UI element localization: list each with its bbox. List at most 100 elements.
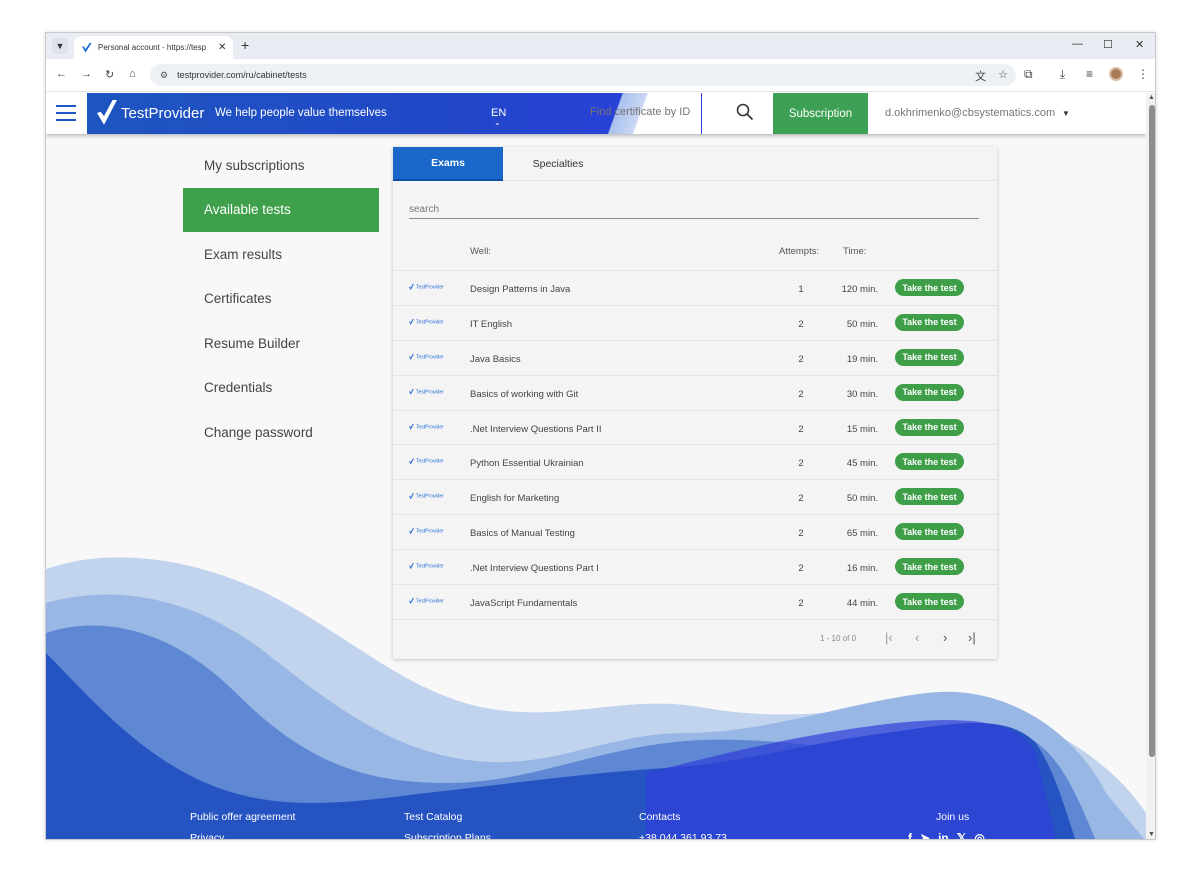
tests-card: Exams Specialties Well: Attempts: Time: … <box>393 147 997 659</box>
take-test-button[interactable]: Take the test <box>895 383 964 401</box>
tab-exams[interactable]: Exams <box>393 147 503 181</box>
table-row: TestProvider Basics of working with Git 2 3… <box>393 376 997 411</box>
last-page-icon[interactable]: ›| <box>968 630 976 645</box>
close-tab-icon[interactable]: ✕ <box>218 42 226 53</box>
attempts-count: 2 <box>798 598 804 610</box>
table-row: TestProvider .Net Interview Questions Par… <box>393 411 997 446</box>
attempts-count: 1 <box>798 284 804 295</box>
scroll-down-icon[interactable]: ▼ <box>1148 831 1155 838</box>
sidebar-item-change-password[interactable]: Change password <box>183 410 379 455</box>
tests-search-input[interactable] <box>409 201 979 219</box>
row-logo: TestProvider <box>409 493 444 500</box>
footer-link-test-catalog[interactable]: Test Catalog <box>404 807 491 828</box>
take-test-button[interactable]: Take the test <box>895 313 964 331</box>
reload-icon[interactable]: ↻ <box>105 68 114 81</box>
home-icon[interactable]: ⌂ <box>129 68 136 80</box>
media-icon[interactable]: ≡ <box>1086 67 1093 81</box>
scroll-up-icon[interactable]: ▲ <box>1148 94 1155 101</box>
footer-link-contacts[interactable]: Contacts <box>639 807 727 828</box>
twitter-icon[interactable]: 𝕏 <box>957 828 967 839</box>
row-logo: TestProvider <box>409 528 444 535</box>
take-test-button[interactable]: Take the test <box>895 488 964 506</box>
footer-column-legal: Public offer agreement Privacy <box>190 807 295 839</box>
prev-page-icon[interactable]: ‹ <box>915 630 919 645</box>
take-test-button[interactable]: Take the test <box>895 453 964 471</box>
page-viewport: TestProvider We help people value themse… <box>46 93 1146 839</box>
footer-join-us: Join us <box>936 811 970 823</box>
telegram-icon[interactable]: ➤ <box>920 828 930 839</box>
facebook-icon[interactable]: f <box>908 828 912 839</box>
search-icon[interactable] <box>736 103 754 121</box>
translate-icon[interactable]: 文 <box>975 68 986 84</box>
minimize-icon[interactable]: — <box>1072 38 1083 50</box>
page-scrollbar[interactable]: ▲ ▼ <box>1146 93 1155 839</box>
take-test-button[interactable]: Take the test <box>895 279 964 296</box>
test-duration: 44 min. <box>846 598 878 610</box>
menu-kebab-icon[interactable]: ⋮ <box>1137 67 1149 81</box>
site-header: TestProvider We help people value themse… <box>46 93 1146 134</box>
row-logo: TestProvider <box>409 284 444 290</box>
attempts-count: 2 <box>798 458 804 470</box>
linkedin-icon[interactable]: in <box>938 828 949 839</box>
next-page-icon[interactable]: › <box>943 630 947 645</box>
caret-down-icon[interactable]: ▼ <box>1062 109 1070 118</box>
footer-phone[interactable]: +38 044 361 93 73 <box>639 828 727 839</box>
maximize-icon[interactable]: ☐ <box>1103 38 1113 51</box>
hamburger-menu-icon[interactable] <box>56 105 76 121</box>
site-info-icon[interactable]: ⚙ <box>160 70 168 81</box>
sidebar-item-exam-results[interactable]: Exam results <box>183 232 379 277</box>
browser-toolbar: ← → ↻ ⌂ ⚙ testprovider.com/ru/cabinet/te… <box>46 59 1155 92</box>
take-test-button[interactable]: Take the test <box>895 418 964 436</box>
footer-link-subscription-plans[interactable]: Subscription Plans <box>404 828 491 839</box>
table-row: TestProvider JavaScript Fundamentals 2 44 m… <box>393 585 997 620</box>
new-tab-button[interactable]: + <box>241 37 249 53</box>
test-name: .Net Interview Questions Part II <box>470 423 602 435</box>
user-email[interactable]: d.okhrimenko@cbsystematics.com <box>885 107 1055 119</box>
test-duration: 19 min. <box>846 353 878 365</box>
tab-search-dropdown[interactable]: ▼ <box>52 38 68 54</box>
chevron-down-icon[interactable]: ⌄ <box>494 118 501 127</box>
sidebar-item-available-tests[interactable]: Available tests <box>183 187 379 232</box>
footer-column-contacts: Contacts +38 044 361 93 73 <box>639 807 727 839</box>
sidebar-item-credentials[interactable]: Credentials <box>183 366 379 411</box>
certificate-search-input[interactable] <box>590 106 700 118</box>
take-test-button[interactable]: Take the test <box>895 593 964 611</box>
row-logo: TestProvider <box>409 563 444 569</box>
bookmark-star-icon[interactable]: ☆ <box>998 68 1008 84</box>
url-text[interactable]: testprovider.com/ru/cabinet/tests <box>177 70 307 80</box>
take-test-button[interactable]: Take the test <box>895 558 964 576</box>
tagline: We help people value themselves <box>215 107 387 119</box>
download-icon[interactable]: ⤓ <box>1060 67 1065 82</box>
address-bar[interactable]: ⚙ testprovider.com/ru/cabinet/tests 文 ☆ <box>150 64 1016 86</box>
subscription-button[interactable]: Subscription <box>773 93 868 134</box>
take-test-button[interactable]: Take the test <box>895 523 964 541</box>
browser-tab[interactable]: Personal account - https://tesp ✕ <box>74 36 233 59</box>
test-duration: 30 min. <box>846 388 878 400</box>
sidebar-item-certificates[interactable]: Certificates <box>183 277 379 322</box>
back-icon[interactable]: ← <box>56 68 67 80</box>
profile-avatar[interactable] <box>1109 67 1123 81</box>
take-test-button[interactable]: Take the test <box>895 348 964 366</box>
sidebar-item-my-subscriptions[interactable]: My subscriptions <box>183 143 379 188</box>
instagram-icon[interactable]: ◎ <box>974 828 984 839</box>
test-duration: 50 min. <box>846 493 878 505</box>
test-name: .Net Interview Questions Part I <box>470 563 599 575</box>
column-header-attempts: Attempts: <box>779 246 820 257</box>
attempts-count: 2 <box>798 493 804 505</box>
forward-icon[interactable]: → <box>81 68 92 80</box>
footer-link-privacy[interactable]: Privacy <box>190 828 295 839</box>
brand-logo-text[interactable]: TestProvider <box>121 105 204 122</box>
test-name: IT English <box>470 318 513 330</box>
footer-link-offer[interactable]: Public offer agreement <box>190 807 295 828</box>
first-page-icon[interactable]: |‹ <box>885 630 893 645</box>
account-sidebar: My subscriptions Available tests Exam re… <box>183 143 379 455</box>
favicon-icon <box>82 42 92 53</box>
pagination-range: 1 - 10 of 0 <box>820 634 857 643</box>
sidebar-item-resume-builder[interactable]: Resume Builder <box>183 321 379 366</box>
close-window-icon[interactable]: ✕ <box>1135 38 1144 51</box>
extensions-icon[interactable]: ⧉ <box>1024 67 1033 82</box>
tab-specialties[interactable]: Specialties <box>503 147 613 181</box>
scrollbar-thumb[interactable] <box>1149 105 1155 757</box>
table-row: TestProvider Java Basics 2 19 min. Take the … <box>393 341 997 376</box>
logo-check-icon[interactable] <box>97 100 117 125</box>
